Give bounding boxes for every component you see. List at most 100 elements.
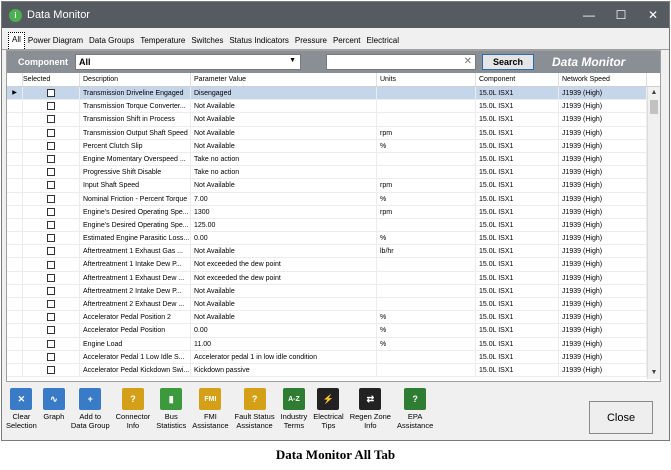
electrical-tips-icon: ⚡ bbox=[317, 388, 340, 410]
row-checkbox[interactable] bbox=[47, 234, 55, 243]
component-dropdown[interactable]: All ▼ bbox=[75, 54, 301, 70]
table-row[interactable]: Aftertreatment 2 Intake Dew P... Not Avai… bbox=[7, 284, 660, 298]
table-row[interactable]: Transmission Shift in Process Not Availab… bbox=[7, 113, 660, 127]
table-row[interactable]: Aftertreatment 1 Exhaust Dew ... Not exce… bbox=[7, 271, 660, 285]
row-pointer-icon bbox=[7, 113, 23, 126]
table-row[interactable]: Input Shaft Speed Not Available rpm 15.0L I… bbox=[7, 179, 660, 193]
minimize-button[interactable]: — bbox=[573, 2, 605, 28]
add-to-data-group-button[interactable]: + Add to Data Group bbox=[71, 384, 110, 438]
search-input[interactable]: ✕ bbox=[326, 54, 476, 70]
parameter-value-cell: Not Available bbox=[191, 100, 377, 113]
tab-percent[interactable]: Percent bbox=[330, 34, 364, 49]
units-cell: % bbox=[377, 232, 476, 245]
table-row[interactable]: Aftertreatment 2 Exhaust Dew ... Not Avai… bbox=[7, 298, 660, 312]
column-header-network-speed[interactable]: Network Speed bbox=[559, 73, 647, 86]
row-checkbox[interactable] bbox=[47, 352, 55, 361]
industry-terms-button[interactable]: A-Z Industry Terms bbox=[281, 384, 307, 438]
row-checkbox[interactable] bbox=[47, 220, 55, 229]
filter-bar: Component All ▼ ✕ Search Data Monitor bbox=[7, 51, 660, 73]
column-header-selected[interactable]: Selected bbox=[23, 73, 80, 86]
table-row[interactable]: Progressive Shift Disable Take no action 1… bbox=[7, 166, 660, 180]
row-checkbox[interactable] bbox=[47, 181, 55, 190]
row-checkbox[interactable] bbox=[47, 102, 55, 111]
table-row[interactable]: ▶ Transmission Driveline Engaged Disengage… bbox=[7, 87, 660, 101]
scroll-down-icon[interactable]: ▼ bbox=[648, 367, 660, 379]
epa-assistance-button[interactable]: ? EPA Assistance bbox=[397, 384, 433, 438]
row-checkbox[interactable] bbox=[47, 286, 55, 295]
table-row[interactable]: Engine's Desired Operating Spe... 125.00 1… bbox=[7, 218, 660, 233]
tab-pressure[interactable]: Pressure bbox=[292, 34, 330, 49]
row-checkbox[interactable] bbox=[47, 155, 55, 164]
table-row[interactable]: Accelerator Pedal Kickdown Swi... Kickdow… bbox=[7, 363, 660, 378]
component-cell: 15.0L ISX1 bbox=[476, 179, 559, 192]
row-checkbox[interactable] bbox=[47, 89, 55, 98]
component-cell: 15.0L ISX1 bbox=[476, 337, 559, 350]
table-row[interactable]: Engine Load 11.00% 15.0L ISX1 J1939 (High) bbox=[7, 337, 660, 351]
row-checkbox[interactable] bbox=[47, 326, 55, 335]
scroll-up-icon[interactable]: ▲ bbox=[648, 87, 660, 99]
row-checkbox[interactable] bbox=[47, 247, 55, 256]
table-row[interactable]: Percent Clutch Slip Not Available% 15.0L I… bbox=[7, 139, 660, 153]
table-row[interactable]: Accelerator Pedal 1 Low Idle S... Acceler… bbox=[7, 350, 660, 364]
row-checkbox[interactable] bbox=[47, 260, 55, 269]
table-row[interactable]: Transmission Output Shaft Speed Not Avail… bbox=[7, 126, 660, 140]
tab-switches[interactable]: Switches bbox=[188, 34, 226, 49]
component-cell: 15.0L ISX1 bbox=[476, 205, 559, 218]
description-cell: Progressive Shift Disable bbox=[80, 166, 191, 179]
row-checkbox[interactable] bbox=[47, 300, 55, 309]
row-checkbox[interactable] bbox=[47, 115, 55, 124]
table-row[interactable]: Engine's Desired Operating Spe... 1300 rpm… bbox=[7, 205, 660, 219]
tab-power-diagram[interactable]: Power Diagram bbox=[25, 34, 86, 49]
table-row[interactable]: Estimated Engine Parasitic Loss... 0.00% 1… bbox=[7, 232, 660, 246]
grid-header: Selected Description Parameter Value Units C… bbox=[7, 73, 660, 87]
column-header-parameter-value[interactable]: Parameter Value bbox=[191, 73, 377, 86]
fmi-assistance-button[interactable]: FMI FMI Assistance bbox=[192, 384, 229, 438]
row-checkbox[interactable] bbox=[47, 168, 55, 177]
tab-status-indicators[interactable]: Status Indicators bbox=[226, 34, 292, 49]
tab-data-groups[interactable]: Data Groups bbox=[86, 34, 137, 49]
row-checkbox[interactable] bbox=[47, 207, 55, 216]
tab-electrical[interactable]: Electrical bbox=[364, 34, 402, 49]
maximize-button[interactable]: ☐ bbox=[605, 2, 637, 28]
column-header-description[interactable]: Description bbox=[80, 73, 191, 86]
table-row[interactable]: Transmission Torque Converter... Not Avai… bbox=[7, 100, 660, 114]
row-checkbox[interactable] bbox=[47, 339, 55, 348]
graph-button[interactable]: ∿ Graph bbox=[42, 384, 65, 438]
clear-selection-button[interactable]: ✕ Clear Selection bbox=[6, 384, 37, 438]
close-button[interactable]: Close bbox=[589, 401, 653, 434]
tab-temperature[interactable]: Temperature bbox=[137, 34, 188, 49]
description-cell: Accelerator Pedal Position bbox=[80, 324, 191, 337]
connector-info-button[interactable]: ? Connector Info bbox=[116, 384, 150, 438]
row-select-cell bbox=[23, 166, 80, 179]
search-button[interactable]: Search bbox=[482, 54, 534, 70]
row-checkbox[interactable] bbox=[47, 128, 55, 137]
table-row[interactable]: Aftertreatment 1 Intake Dew P... Not exce… bbox=[7, 258, 660, 272]
row-select-cell bbox=[23, 232, 80, 245]
row-checkbox[interactable] bbox=[47, 273, 55, 282]
graph-icon: ∿ bbox=[42, 388, 65, 410]
row-checkbox[interactable] bbox=[47, 366, 55, 375]
regen-zone-info-button[interactable]: ⇄ Regen Zone Info bbox=[350, 384, 391, 438]
clear-search-icon[interactable]: ✕ bbox=[464, 56, 472, 67]
electrical-tips-button[interactable]: ⚡ Electrical Tips bbox=[313, 384, 344, 438]
row-pointer-icon bbox=[7, 298, 23, 311]
fault-status-assistance-button[interactable]: ? Fault Status Assistance bbox=[235, 384, 275, 438]
close-window-button[interactable]: ✕ bbox=[637, 2, 669, 28]
row-checkbox[interactable] bbox=[47, 141, 55, 150]
table-row[interactable]: Accelerator Pedal Position 0.00% 15.0L ISX… bbox=[7, 324, 660, 338]
table-row[interactable]: Engine Momentary Overspeed ... Take no ac… bbox=[7, 152, 660, 167]
scroll-thumb[interactable] bbox=[650, 100, 658, 114]
table-row[interactable]: Nominal Friction - Percent Torque 7.00% 15… bbox=[7, 192, 660, 206]
bus-statistics-button[interactable]: ▮ Bus Statistics bbox=[156, 384, 186, 438]
vertical-scrollbar[interactable]: ▲ ▼ bbox=[647, 87, 660, 379]
column-header-component[interactable]: Component bbox=[476, 73, 559, 86]
table-row[interactable]: Aftertreatment 1 Exhaust Gas ... Not Avai… bbox=[7, 245, 660, 259]
tab-all[interactable]: All bbox=[8, 32, 25, 49]
table-row[interactable]: Accelerator Pedal Position 2 Not Availabl… bbox=[7, 311, 660, 325]
network-speed-cell: J1939 (High) bbox=[559, 258, 647, 271]
description-cell: Percent Clutch Slip bbox=[80, 139, 191, 152]
column-header-units[interactable]: Units bbox=[377, 73, 476, 86]
description-cell: Nominal Friction - Percent Torque bbox=[80, 192, 191, 205]
row-checkbox[interactable] bbox=[47, 194, 55, 203]
row-checkbox[interactable] bbox=[47, 313, 55, 322]
